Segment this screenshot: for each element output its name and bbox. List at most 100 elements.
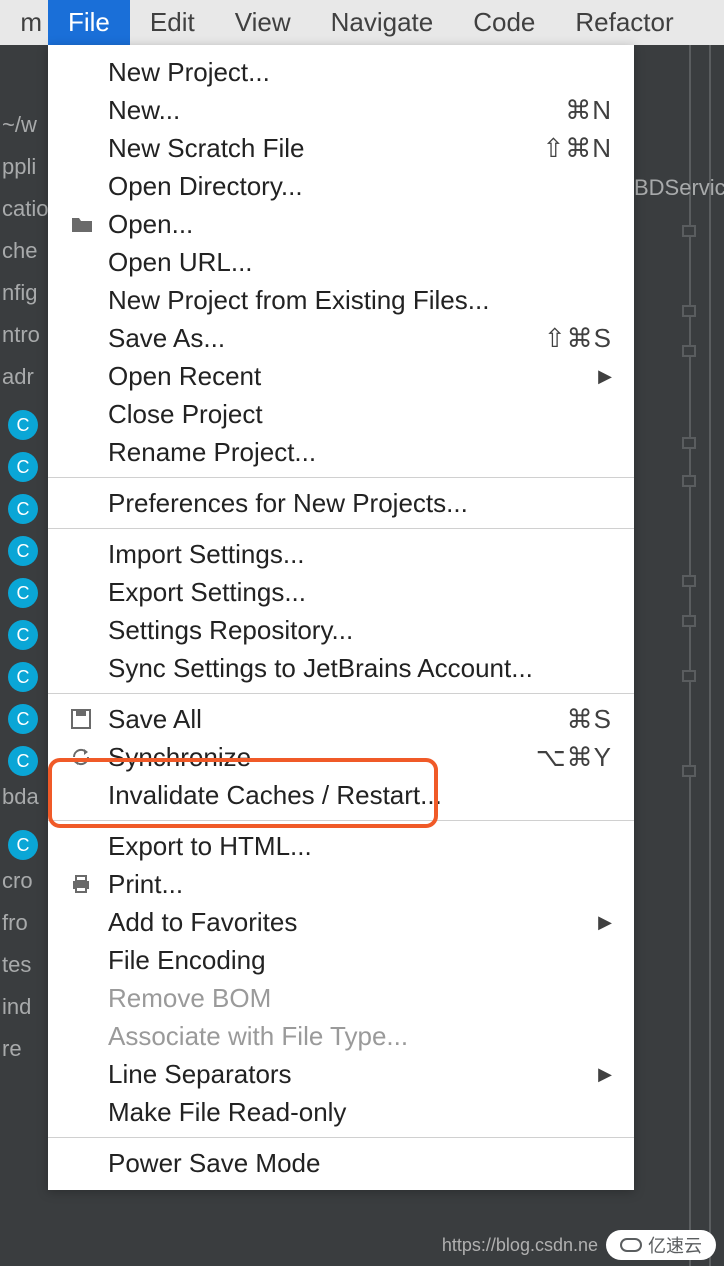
menu-item-line-separators[interactable]: Line Separators▶ xyxy=(48,1055,634,1093)
submenu-arrow-icon: ▶ xyxy=(586,1064,612,1085)
sidebar-text: cro xyxy=(0,868,50,906)
menu-item-new[interactable]: New...⌘N xyxy=(48,91,634,129)
menu-item-save-as[interactable]: Save As...⇧⌘S xyxy=(48,319,634,357)
menu-item-new-project-from-existing-files[interactable]: New Project from Existing Files... xyxy=(48,281,634,319)
menu-item-save-all[interactable]: Save All⌘S xyxy=(48,700,634,738)
fold-marker-icon[interactable] xyxy=(682,475,696,487)
menu-item-label: Open Directory... xyxy=(108,171,612,202)
menu-item-label: Save As... xyxy=(108,323,532,354)
file-menu-dropdown: New Project...New...⌘NNew Scratch File⇧⌘… xyxy=(48,45,634,1190)
menu-item-label: Make File Read-only xyxy=(108,1097,612,1128)
watermark-brand: 亿速云 xyxy=(648,1232,702,1258)
menubar-prefix: m xyxy=(0,0,48,45)
menu-item-label: Power Save Mode xyxy=(108,1148,612,1179)
submenu-arrow-icon: ▶ xyxy=(586,912,612,933)
sidebar-text: che xyxy=(0,238,50,276)
menu-item-new-project[interactable]: New Project... xyxy=(48,53,634,91)
class-icon: C xyxy=(8,494,38,524)
sidebar-path: ~/w xyxy=(0,112,50,150)
menu-item-preferences-for-new-projects[interactable]: Preferences for New Projects... xyxy=(48,484,634,522)
menu-item-export-settings[interactable]: Export Settings... xyxy=(48,573,634,611)
fold-marker-icon[interactable] xyxy=(682,575,696,587)
class-icon: C xyxy=(8,620,38,650)
menu-file[interactable]: File xyxy=(48,0,130,45)
fold-marker-icon[interactable] xyxy=(682,615,696,627)
editor-gutter: BDServic xyxy=(634,45,724,1266)
menu-item-print[interactable]: Print... xyxy=(48,865,634,903)
folder-icon xyxy=(70,214,108,234)
menu-item-label: Remove BOM xyxy=(108,983,612,1014)
sidebar-text: adr xyxy=(0,364,50,402)
menu-item-label: Synchronize xyxy=(108,742,524,773)
menu-item-file-encoding[interactable]: File Encoding xyxy=(48,941,634,979)
menu-item-open-recent[interactable]: Open Recent▶ xyxy=(48,357,634,395)
menu-code[interactable]: Code xyxy=(453,0,555,45)
menu-view[interactable]: View xyxy=(215,0,311,45)
menu-separator xyxy=(48,820,634,821)
fold-marker-icon[interactable] xyxy=(682,345,696,357)
fold-marker-icon[interactable] xyxy=(682,225,696,237)
menu-item-label: Sync Settings to JetBrains Account... xyxy=(108,653,612,684)
sidebar-text: re xyxy=(0,1036,50,1074)
menu-item-shortcut: ⌥⌘Y xyxy=(524,742,612,773)
menu-item-make-file-read-only[interactable]: Make File Read-only xyxy=(48,1093,634,1131)
menu-item-shortcut: ⌘S xyxy=(555,704,612,735)
menu-separator xyxy=(48,477,634,478)
menu-separator xyxy=(48,1137,634,1138)
watermark: https://blog.csdn.ne 亿速云 xyxy=(442,1230,716,1260)
menu-item-label: New Project... xyxy=(108,57,612,88)
menu-item-synchronize[interactable]: Synchronize⌥⌘Y xyxy=(48,738,634,776)
menu-item-settings-repository[interactable]: Settings Repository... xyxy=(48,611,634,649)
menu-edit[interactable]: Edit xyxy=(130,0,215,45)
submenu-arrow-icon: ▶ xyxy=(586,366,612,387)
class-icon: C xyxy=(8,452,38,482)
menu-item-label: Invalidate Caches / Restart... xyxy=(108,780,612,811)
project-sidebar: ~/w pplicatiochenfigntro adrCCCCCCCCCbda… xyxy=(0,62,50,1074)
menu-refactor[interactable]: Refactor xyxy=(555,0,693,45)
class-icon: C xyxy=(8,830,38,860)
menu-item-power-save-mode[interactable]: Power Save Mode xyxy=(48,1144,634,1182)
menu-item-label: Export Settings... xyxy=(108,577,612,608)
menu-item-rename-project[interactable]: Rename Project... xyxy=(48,433,634,471)
sidebar-text: nfig xyxy=(0,280,50,318)
menu-item-label: Close Project xyxy=(108,399,612,430)
fold-marker-icon[interactable] xyxy=(682,437,696,449)
menu-item-label: Export to HTML... xyxy=(108,831,612,862)
class-icon: C xyxy=(8,704,38,734)
menu-item-label: Associate with File Type... xyxy=(108,1021,612,1052)
menu-item-shortcut: ⇧⌘S xyxy=(532,323,612,354)
menu-item-export-to-html[interactable]: Export to HTML... xyxy=(48,827,634,865)
menu-item-label: Open URL... xyxy=(108,247,612,278)
menu-item-open[interactable]: Open... xyxy=(48,205,634,243)
menu-item-new-scratch-file[interactable]: New Scratch File⇧⌘N xyxy=(48,129,634,167)
sidebar-text: fro xyxy=(0,910,50,948)
fold-marker-icon[interactable] xyxy=(682,670,696,682)
sidebar-text: bda xyxy=(0,784,50,822)
menu-item-associate-with-file-type: Associate with File Type... xyxy=(48,1017,634,1055)
watermark-url: https://blog.csdn.ne xyxy=(442,1235,598,1256)
menu-item-invalidate-caches-restart[interactable]: Invalidate Caches / Restart... xyxy=(48,776,634,814)
menu-separator xyxy=(48,693,634,694)
fold-marker-icon[interactable] xyxy=(682,765,696,777)
fold-marker-icon[interactable] xyxy=(682,305,696,317)
sidebar-text: ppli xyxy=(0,154,50,192)
sync-icon xyxy=(70,746,108,768)
save-icon xyxy=(70,708,108,730)
class-icon: C xyxy=(8,536,38,566)
watermark-badge: 亿速云 xyxy=(606,1230,716,1260)
menu-item-import-settings[interactable]: Import Settings... xyxy=(48,535,634,573)
menu-item-label: New Scratch File xyxy=(108,133,530,164)
menu-item-open-url[interactable]: Open URL... xyxy=(48,243,634,281)
menu-item-label: Settings Repository... xyxy=(108,615,612,646)
menu-item-label: Open... xyxy=(108,209,612,240)
menu-item-label: Print... xyxy=(108,869,612,900)
menu-navigate[interactable]: Navigate xyxy=(311,0,454,45)
menu-item-add-to-favorites[interactable]: Add to Favorites▶ xyxy=(48,903,634,941)
menu-item-close-project[interactable]: Close Project xyxy=(48,395,634,433)
menu-item-label: Save All xyxy=(108,704,555,735)
menu-item-open-directory[interactable]: Open Directory... xyxy=(48,167,634,205)
menu-item-sync-settings-to-jetbrains-account[interactable]: Sync Settings to JetBrains Account... xyxy=(48,649,634,687)
editor-tab-fragment[interactable]: BDServic xyxy=(634,175,724,201)
menu-item-remove-bom: Remove BOM xyxy=(48,979,634,1017)
sidebar-text: ind xyxy=(0,994,50,1032)
